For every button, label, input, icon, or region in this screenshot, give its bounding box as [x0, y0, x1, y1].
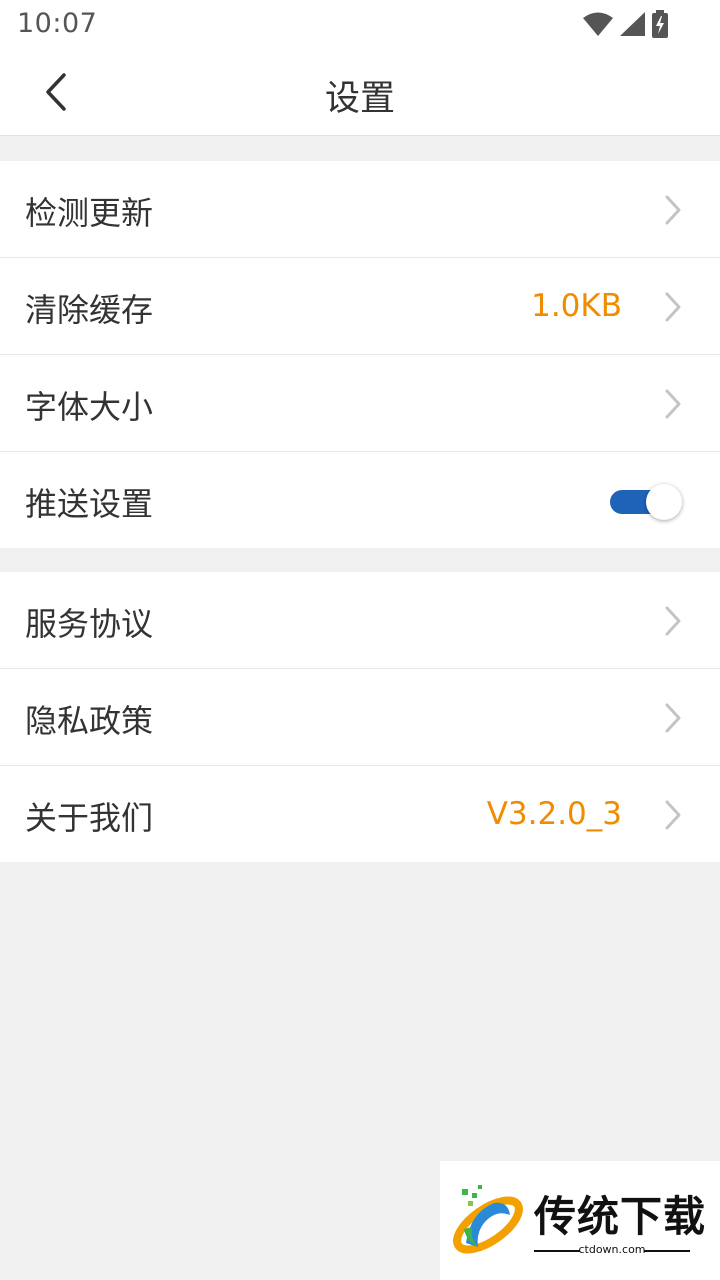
toggle-thumb — [646, 484, 682, 520]
app-bar: 设置 — [0, 50, 720, 136]
chevron-right-icon — [665, 703, 681, 733]
service-agreement-row[interactable]: 服务协议 — [0, 572, 720, 669]
clear-cache-row[interactable]: 清除缓存 1.0KB — [0, 258, 720, 355]
page-title: 设置 — [324, 79, 395, 119]
signal-icon — [620, 12, 645, 36]
wifi-icon — [583, 12, 613, 36]
row-label: 隐私政策 — [25, 702, 154, 740]
row-label: 服务协议 — [25, 605, 154, 643]
font-size-row[interactable]: 字体大小 — [0, 355, 720, 452]
about-us-row[interactable]: 关于我们 V3.2.0_3 — [0, 766, 720, 862]
status-icons — [582, 10, 670, 38]
watermark-subtitle: ctdown.com — [578, 1243, 646, 1256]
watermark-title: 传统下载 — [534, 1192, 707, 1241]
chevron-right-icon — [665, 606, 681, 636]
status-bar: 10:07 — [0, 0, 720, 50]
version-value: V3.2.0_3 — [486, 796, 622, 832]
push-toggle[interactable] — [610, 484, 684, 520]
cache-size-value: 1.0KB — [531, 288, 622, 324]
row-label: 清除缓存 — [25, 291, 154, 329]
row-label: 推送设置 — [25, 485, 154, 523]
status-time: 10:07 — [17, 8, 98, 39]
battery-charging-icon — [652, 10, 668, 38]
chevron-right-icon — [665, 389, 681, 419]
watermark: 传统下载 ctdown.com — [440, 1161, 720, 1280]
row-label: 字体大小 — [25, 388, 154, 426]
chevron-right-icon — [665, 292, 681, 322]
check-update-row[interactable]: 检测更新 — [0, 161, 720, 258]
chevron-right-icon — [665, 195, 681, 225]
row-label: 关于我们 — [25, 799, 154, 837]
settings-group-2: 服务协议 隐私政策 关于我们 V3.2.0_3 — [0, 572, 720, 862]
push-settings-row: 推送设置 — [0, 452, 720, 548]
settings-group-1: 检测更新 清除缓存 1.0KB 字体大小 推送设置 — [0, 161, 720, 548]
watermark-logo-icon — [453, 1185, 523, 1254]
row-label: 检测更新 — [25, 194, 154, 232]
chevron-right-icon — [665, 800, 681, 830]
privacy-policy-row[interactable]: 隐私政策 — [0, 669, 720, 766]
